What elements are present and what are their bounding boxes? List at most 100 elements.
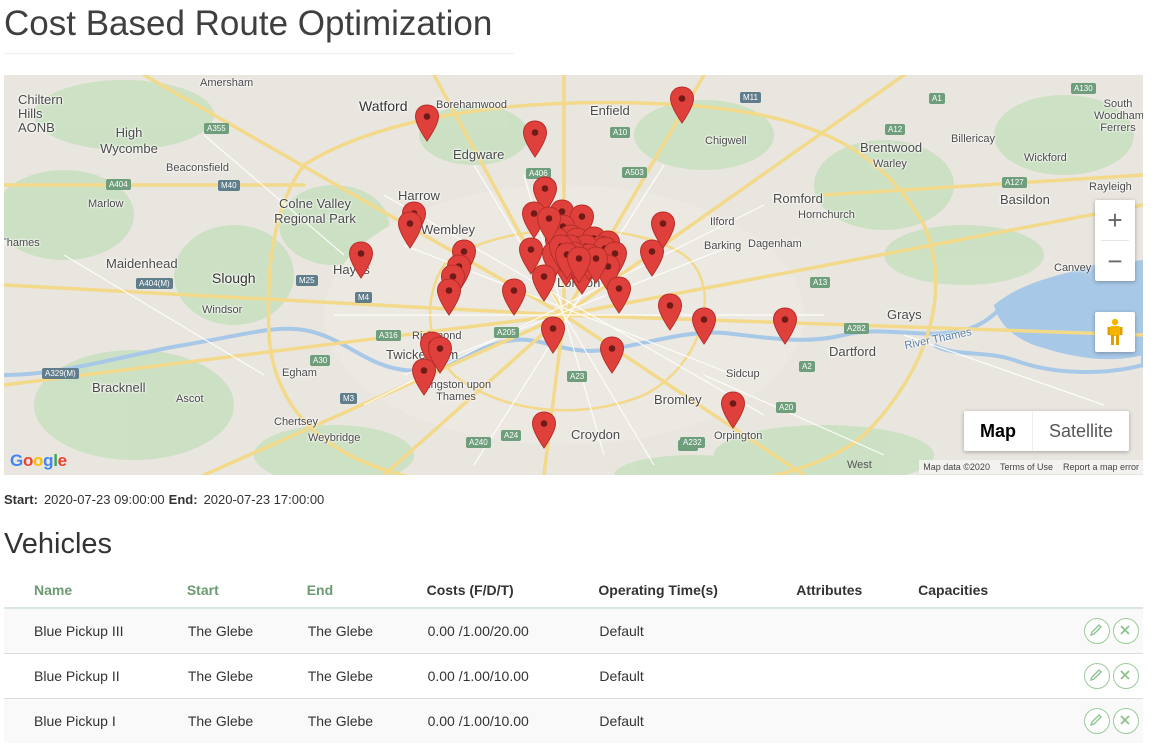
place-label: Marlow	[88, 198, 124, 210]
place-label: Bromley	[654, 392, 702, 407]
delete-icon	[1120, 715, 1130, 725]
map-marker[interactable]	[522, 120, 548, 158]
map-marker[interactable]	[606, 276, 632, 314]
road-badge: A12	[885, 124, 906, 135]
vehicle-attributes	[796, 607, 919, 654]
road-badge: A355	[204, 123, 229, 134]
vehicle-costs: 0.00 /1.00/20.00	[426, 607, 599, 654]
map-marker[interactable]	[540, 316, 566, 354]
pegman-icon	[1107, 318, 1123, 345]
google-logo: Google	[10, 451, 67, 470]
map-pin-icon	[540, 316, 566, 354]
map-marker[interactable]	[657, 293, 683, 331]
vehicle-operating-time: Default	[598, 698, 797, 743]
place-label: Egham	[282, 367, 317, 379]
vehicle-operating-time: Default	[598, 607, 797, 654]
map-marker[interactable]	[397, 211, 423, 249]
map-marker[interactable]	[691, 307, 717, 345]
road-badge: M40	[218, 180, 240, 191]
road-badge: M25	[296, 275, 318, 286]
road-badge: A20	[776, 402, 797, 413]
road-badge: A404	[106, 179, 131, 190]
vehicle-attributes	[796, 698, 919, 743]
table-row: Blue Pickup II The Glebe The Glebe 0.00 …	[4, 653, 1143, 699]
place-label: Canvey	[1054, 262, 1092, 274]
edit-vehicle-button[interactable]	[1084, 618, 1110, 644]
route-map[interactable]: Watford Borehamwood Enfield Amersham Chi…	[4, 75, 1143, 475]
place-label: Sidcup	[726, 368, 760, 380]
place-label: Grays	[887, 307, 922, 322]
place-label: Warley	[873, 158, 907, 170]
street-view-pegman-button[interactable]	[1095, 312, 1135, 352]
end-label: End:	[168, 492, 198, 507]
vehicle-capacities	[918, 607, 1080, 654]
place-label: High Wycombe	[100, 125, 158, 156]
place-label: Dartford	[829, 344, 876, 359]
vehicle-name: Blue Pickup I	[4, 698, 187, 743]
map-marker[interactable]	[348, 241, 374, 279]
map-type-satellite-button[interactable]: Satellite	[1032, 411, 1129, 451]
vehicle-capacities	[918, 653, 1080, 699]
delete-vehicle-button[interactable]	[1113, 618, 1139, 644]
map-pin-icon	[606, 276, 632, 314]
road-badge: M3	[340, 393, 358, 404]
map-pin-icon	[669, 86, 695, 124]
vehicle-costs: 0.00 /1.00/10.00	[426, 698, 599, 743]
map-pin-icon	[436, 278, 462, 316]
place-label: Dagenham	[748, 238, 802, 250]
page-title: Cost Based Route Optimization	[4, 4, 493, 43]
map-marker[interactable]	[501, 278, 527, 316]
place-label: Wickford	[1024, 152, 1067, 164]
zoom-out-button[interactable]: −	[1095, 241, 1135, 281]
map-marker[interactable]	[536, 206, 562, 244]
map-marker[interactable]	[436, 278, 462, 316]
edit-vehicle-button[interactable]	[1084, 708, 1110, 734]
delete-vehicle-button[interactable]	[1113, 708, 1139, 734]
column-header-costs: Costs (F/D/T)	[426, 573, 599, 609]
road-badge: A30	[310, 355, 331, 366]
place-label: South Woodham Ferrers	[1094, 98, 1143, 134]
map-marker[interactable]	[720, 391, 746, 429]
column-header-name[interactable]: Name	[4, 573, 187, 609]
map-type-control: Map Satellite	[964, 411, 1130, 451]
map-pin-icon	[650, 211, 676, 249]
vehicle-capacities	[918, 698, 1080, 743]
zoom-in-button[interactable]: +	[1095, 200, 1135, 240]
vehicle-end: The Glebe	[306, 607, 427, 654]
vehicle-costs: 0.00 /1.00/10.00	[426, 653, 599, 699]
place-label: Maidenhead	[106, 256, 178, 271]
zoom-control: + −	[1095, 200, 1135, 281]
place-label: Wembley	[421, 222, 475, 237]
map-pin-icon	[772, 307, 798, 345]
map-type-map-button[interactable]: Map	[964, 411, 1032, 451]
column-header-operating-time: Operating Time(s)	[598, 573, 797, 609]
road-badge: A503	[622, 167, 647, 178]
map-marker[interactable]	[772, 307, 798, 345]
road-badge: A23	[567, 371, 588, 382]
map-marker[interactable]	[599, 336, 625, 374]
place-label: Edgware	[453, 147, 505, 162]
map-marker[interactable]	[411, 358, 437, 396]
column-header-start[interactable]: Start	[186, 573, 307, 609]
map-marker[interactable]	[566, 246, 592, 284]
map-marker[interactable]	[650, 211, 676, 249]
column-header-capacities: Capacities	[918, 573, 1080, 609]
road-badge: A329(M)	[42, 368, 79, 379]
report-map-error-link[interactable]: Report a map error	[1063, 462, 1139, 472]
map-pin-icon	[531, 411, 557, 449]
map-marker[interactable]	[414, 104, 440, 142]
edit-vehicle-button[interactable]	[1084, 663, 1110, 689]
map-marker[interactable]	[531, 411, 557, 449]
column-header-actions	[1080, 573, 1143, 609]
map-marker[interactable]	[669, 86, 695, 124]
road-badge: A240	[466, 437, 491, 448]
column-header-end[interactable]: End	[306, 573, 427, 609]
place-label: Croydon	[571, 427, 621, 442]
map-pin-icon	[657, 293, 683, 331]
terms-link[interactable]: Terms of Use	[1000, 462, 1053, 472]
road-badge: M4	[355, 292, 373, 303]
column-header-attributes: Attributes	[796, 573, 919, 609]
delete-icon	[1120, 625, 1130, 635]
delete-vehicle-button[interactable]	[1113, 663, 1139, 689]
map-pin-icon	[566, 246, 592, 284]
